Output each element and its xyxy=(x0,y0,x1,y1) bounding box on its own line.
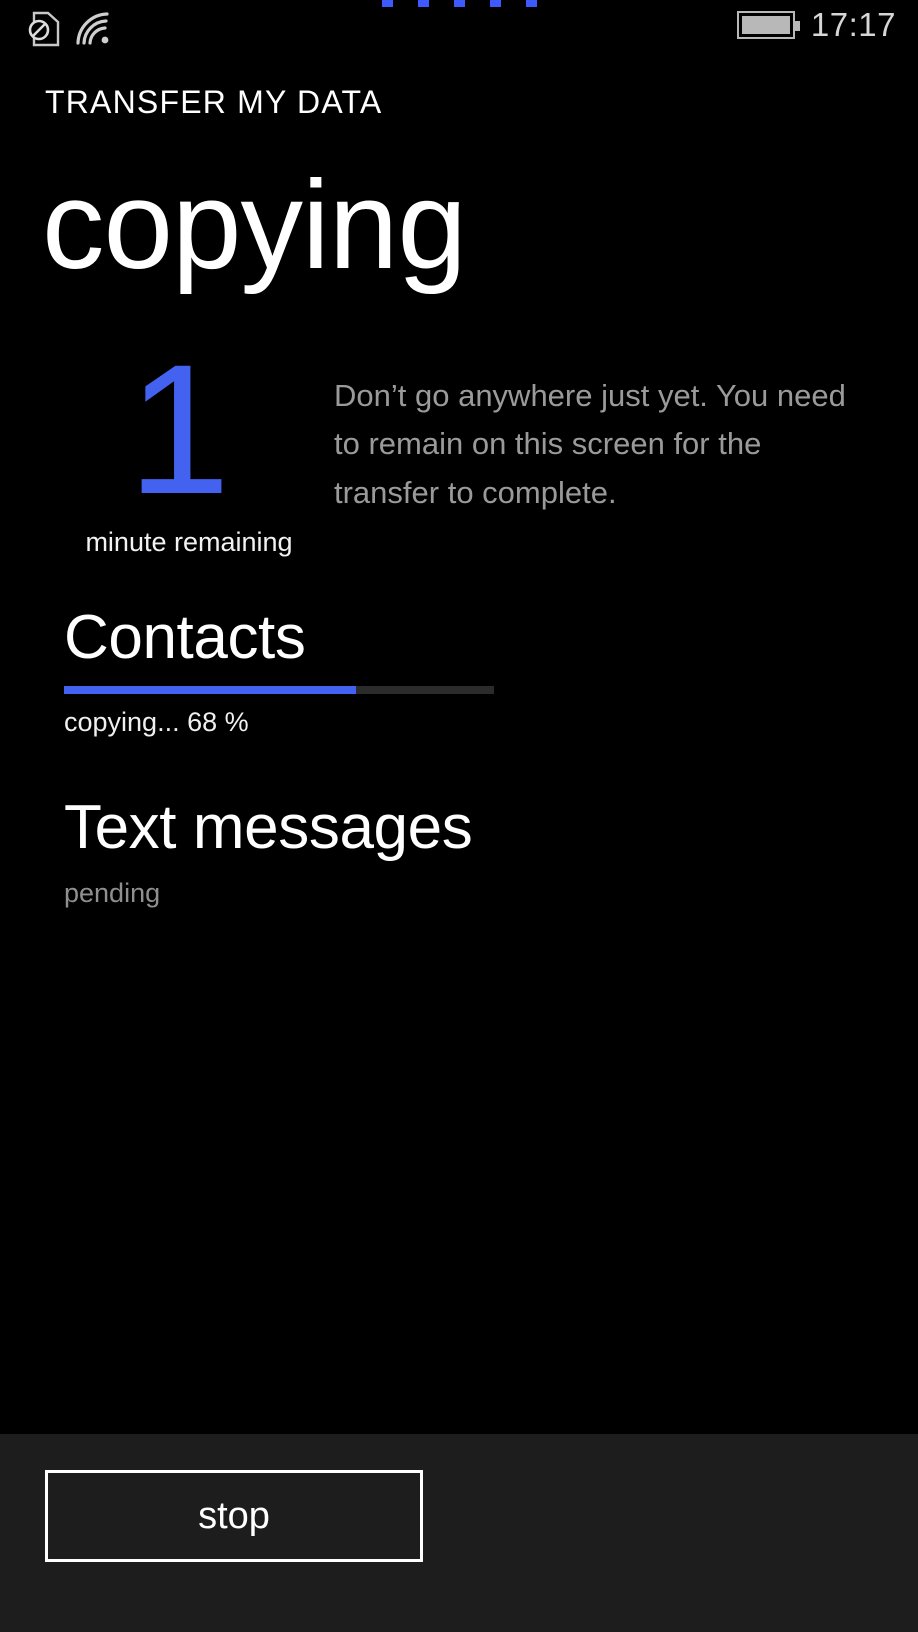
task-status: copying... 68 % xyxy=(64,706,249,737)
task-name: Contacts xyxy=(64,603,306,672)
status-bar-clock: 17:17 xyxy=(810,6,896,43)
task-name: Text messages xyxy=(64,792,473,862)
stop-button[interactable]: stop xyxy=(45,1470,423,1562)
task-item-contacts: Contacts copying... 68 % xyxy=(64,600,864,738)
transfer-task-list: Contacts copying... 68 % Text messages p… xyxy=(64,600,864,909)
progress-dot xyxy=(381,0,393,7)
eta-minutes-label: minute remaining xyxy=(85,527,293,557)
app-title: TRANSFER MY DATA xyxy=(45,84,383,120)
phone-screen: 17:17 TRANSFER MY DATA copying 1 minute … xyxy=(0,0,918,1632)
task-progress-bar xyxy=(64,685,494,694)
wifi-icon xyxy=(74,12,112,46)
progress-dot xyxy=(417,0,429,7)
status-bar: 17:17 xyxy=(0,0,918,62)
status-bar-left-icons xyxy=(26,11,112,47)
no-sim-icon xyxy=(26,11,60,47)
task-progress-fill xyxy=(64,685,357,694)
progress-dot xyxy=(453,0,465,7)
task-status: pending xyxy=(64,878,161,909)
eta-instruction-text: Don’t go anywhere just yet. You need to … xyxy=(334,378,846,510)
app-bar: stop xyxy=(0,1434,918,1632)
progress-dot xyxy=(525,0,537,7)
task-item-text-messages: Text messages pending xyxy=(64,790,864,910)
status-bar-right: 17:17 xyxy=(736,6,896,43)
transfer-progress-dots xyxy=(0,0,918,7)
battery-full-icon xyxy=(736,10,800,39)
page-title: copying xyxy=(42,156,467,295)
eta-minutes-number: 1 xyxy=(127,327,231,533)
progress-dot xyxy=(489,0,501,7)
